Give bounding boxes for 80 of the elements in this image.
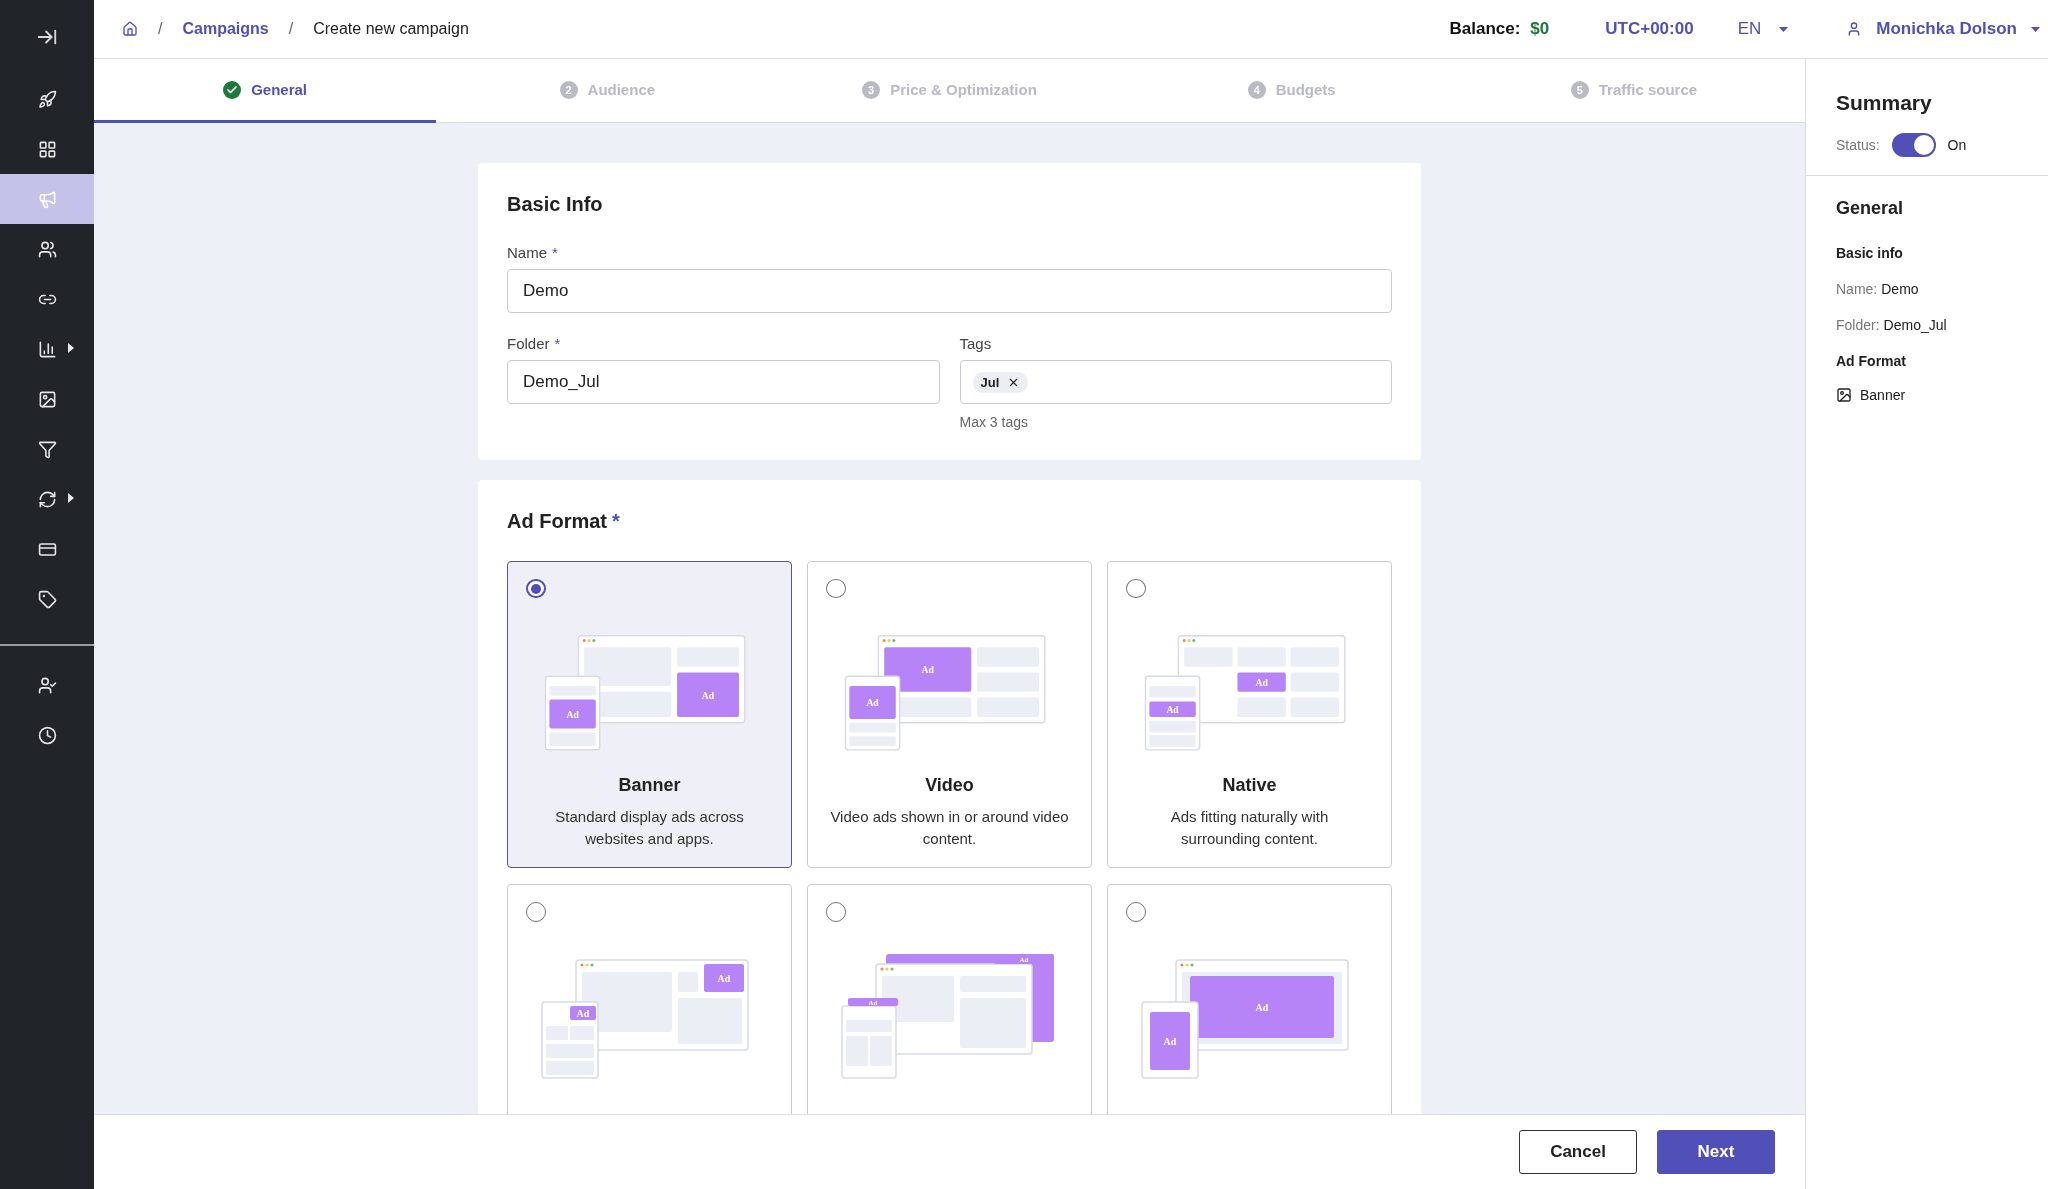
name-field[interactable]: Demo — [507, 269, 1392, 313]
format-option[interactable]: Ad Ad Video Video ads shown in or around video content. — [807, 561, 1092, 868]
radio-button[interactable] — [1126, 579, 1146, 599]
caret-icon — [2031, 26, 2040, 32]
users-icon — [37, 239, 57, 259]
ad-label: Ad — [576, 1008, 590, 1019]
section-title: Basic Info — [507, 193, 604, 216]
breadcrumb-current: Create new campaign — [313, 20, 469, 38]
step-number: 5 — [1570, 80, 1589, 99]
radio-button[interactable] — [526, 579, 546, 599]
caret-icon — [68, 343, 74, 353]
image-icon — [1836, 387, 1852, 403]
caret-icon — [1779, 26, 1789, 32]
ad-label: Ad — [717, 973, 731, 984]
ad-label: Ad — [1166, 704, 1179, 716]
option-title: Banner — [618, 775, 681, 796]
summary-group-title: Ad Format — [1836, 353, 1907, 369]
format-option[interactable]: Ad Ad Banner Standard display ads across websites and apps. — [507, 561, 792, 868]
ad-label: Ad — [566, 709, 579, 721]
format-option[interactable]: Ad Ad Native Ads fitting naturally with surrounding content. — [1107, 561, 1392, 868]
summary-value: Demo — [1881, 281, 1919, 297]
status-text: On — [1947, 137, 1967, 153]
balance-label: Balance: — [1449, 19, 1521, 39]
section-title: Ad Format * — [507, 510, 621, 533]
tags-hint: Max 3 tags — [959, 414, 1029, 430]
option-description: Video ads shown in or around video content. — [829, 807, 1070, 849]
option-title: Video — [925, 775, 974, 796]
breadcrumb-separator: / — [158, 20, 163, 38]
tag-icon — [37, 589, 57, 609]
timezone-link[interactable]: UTC+00:00 — [1605, 19, 1694, 39]
tag-chip[interactable]: Jul — [972, 371, 1029, 393]
field-label: Tags — [959, 335, 993, 352]
balance-value: $0 — [1530, 19, 1550, 39]
step-number: 3 — [862, 80, 881, 99]
status-label: Status: — [1836, 137, 1880, 153]
tags-field[interactable]: Jul — [959, 360, 1392, 404]
breadcrumb-link[interactable]: Campaigns — [182, 20, 269, 38]
option-title: Native — [1222, 775, 1277, 796]
status-toggle[interactable] — [1891, 133, 1936, 157]
filter-icon — [37, 439, 57, 459]
ad-label: Ad — [866, 697, 879, 709]
ad-label: Ad — [1255, 677, 1268, 689]
step-number: 2 — [559, 80, 578, 99]
summary-group-title: Basic info — [1836, 245, 1904, 261]
caret-icon — [68, 493, 74, 503]
grid-icon — [37, 139, 57, 159]
summary-label: Name: — [1836, 281, 1878, 297]
summary-section-title: General — [1836, 198, 1905, 219]
home-icon[interactable] — [122, 21, 138, 37]
image-icon — [37, 389, 57, 409]
user-menu[interactable]: Monichka Dolson — [1846, 19, 2048, 39]
check-icon — [223, 80, 242, 99]
next-button[interactable]: Next — [1657, 1130, 1775, 1174]
option-description: Ads fitting naturally with surrounding content. — [1169, 807, 1330, 849]
field-label: Name * — [507, 244, 559, 261]
ad-label: Ad — [1163, 1036, 1177, 1047]
ad-label: Ad — [1255, 1002, 1269, 1013]
rocket-icon — [37, 89, 57, 109]
clock-icon — [37, 725, 57, 745]
language-dropdown[interactable]: EN — [1737, 19, 1789, 39]
radio-button[interactable] — [826, 902, 846, 922]
radio-button[interactable] — [1126, 902, 1146, 922]
radio-button[interactable] — [826, 579, 846, 599]
summary-value: Demo_Jul — [1883, 317, 1947, 333]
field-label: Folder * — [507, 335, 562, 352]
breadcrumb-separator: / — [288, 20, 294, 38]
summary-label: Folder: — [1836, 317, 1880, 333]
option-description: Standard display ads across websites and apps. — [554, 807, 745, 849]
megaphone-icon — [37, 189, 57, 209]
step-number: 4 — [1247, 80, 1266, 99]
cancel-button[interactable]: Cancel — [1519, 1130, 1637, 1174]
ad-label: Ad — [701, 690, 715, 702]
bar-chart-icon — [37, 339, 57, 359]
refresh-icon — [37, 489, 57, 509]
user-check-icon — [37, 675, 57, 695]
radio-button[interactable] — [526, 902, 546, 922]
summary-title: Summary — [1836, 91, 1933, 115]
ad-label: Ad — [921, 664, 934, 676]
folder-field[interactable]: Demo_Jul — [507, 360, 940, 404]
summary-value: Banner — [1860, 387, 1906, 403]
